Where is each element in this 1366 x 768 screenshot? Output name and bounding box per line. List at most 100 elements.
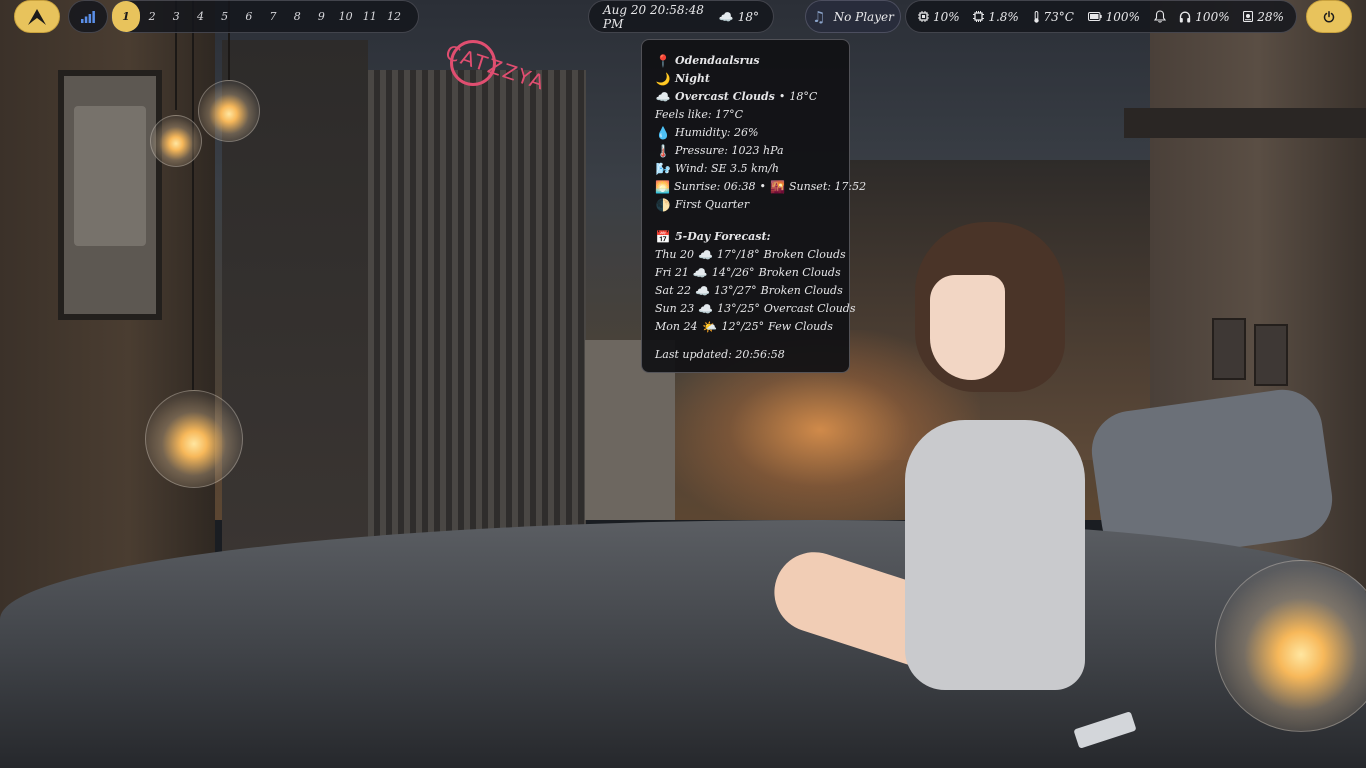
weather-moon-row: 🌓 First Quarter — [655, 196, 837, 214]
wall-switch — [1254, 324, 1288, 386]
forecast-desc: Few Clouds — [768, 320, 833, 333]
forecast-day: Sun 23 — [655, 302, 695, 315]
cpu-temperature[interactable]: 73°C — [1033, 10, 1074, 24]
sunset-icon: 🌇 — [770, 180, 785, 194]
weather-popup: 📍 Odendaalsrus 🌙 Night ☁️ Overcast Cloud… — [641, 39, 866, 373]
weather-wind: Wind: SE 3.5 km/h — [675, 162, 779, 175]
cloud-icon: ☁️ — [698, 248, 713, 262]
weather-sunrise: Sunrise: 06:38 — [673, 180, 756, 193]
headphones-icon — [1180, 11, 1191, 22]
weather-temperature: 18°C — [789, 90, 818, 103]
workspace-8[interactable]: 8 — [285, 1, 309, 32]
separator-bullet: • — [759, 180, 767, 193]
forecast-range: 12°/25° — [721, 320, 765, 333]
location-pin-icon: 📍 — [655, 54, 671, 68]
cloud-icon: ☁️ — [695, 284, 710, 298]
power-button[interactable] — [1306, 0, 1352, 33]
media-player-widget[interactable]: ♫ No Player — [805, 0, 901, 33]
weather-location: Odendaalsrus — [675, 54, 760, 67]
weather-last-updated: Last updated: 20:56:58 — [655, 348, 785, 361]
memory-usage[interactable]: 1.8% — [973, 10, 1019, 24]
workspace-2[interactable]: 2 — [140, 1, 164, 32]
clock-datetime: Aug 20 20:58:48 PM — [603, 2, 704, 31]
workspace-11[interactable]: 11 — [358, 1, 382, 32]
workspace-10[interactable]: 10 — [334, 1, 358, 32]
forecast-row: Thu 20 ☁️ 17°/18° Broken Clouds — [655, 246, 846, 264]
weather-timeofday-row: 🌙 Night — [655, 70, 837, 88]
droplet-icon: 💧 — [655, 126, 671, 140]
weather-location-row: 📍 Odendaalsrus — [655, 52, 837, 70]
disk-usage[interactable]: 28% — [1243, 10, 1284, 24]
cloud-icon: ☁️ — [718, 9, 734, 24]
crescent-moon-icon: 🌙 — [655, 72, 671, 86]
wall-poster — [58, 70, 162, 320]
battery-status[interactable]: 100% — [1087, 10, 1140, 24]
workspace-switcher: 1 2 3 4 5 6 7 8 9 10 11 12 — [111, 0, 419, 33]
workspace-9[interactable]: 9 — [309, 1, 333, 32]
temperature-value: 73°C — [1043, 9, 1074, 24]
volume-value: 100% — [1195, 9, 1230, 24]
wallpaper-character-shirt — [905, 420, 1085, 690]
clock-weather-widget[interactable]: Aug 20 20:58:48 PM ☁️ 18° — [588, 0, 774, 33]
forecast-range: 13°/27° — [713, 284, 757, 297]
wallpaper-bed — [0, 520, 1366, 768]
notifications-button[interactable] — [1153, 10, 1166, 23]
system-stats-bar: 10% 1.8% 73°C 100% 100% 28% — [905, 0, 1297, 33]
cpu-value: 10% — [933, 9, 960, 24]
volume-control[interactable]: 100% — [1179, 9, 1230, 24]
forecast-title-row: 📅 5-Day Forecast: — [655, 228, 837, 246]
weather-humidity-row: 💧 Humidity: 26% — [655, 124, 837, 142]
cloud-icon: ☁️ — [655, 90, 671, 104]
workspace-7[interactable]: 7 — [261, 1, 285, 32]
workspace-12[interactable]: 12 — [382, 1, 406, 32]
workspace-3[interactable]: 3 — [164, 1, 188, 32]
clock-temperature: 18° — [737, 9, 759, 24]
cloud-icon: ☁️ — [698, 302, 714, 316]
forecast-desc: Broken Clouds — [760, 284, 843, 297]
light-bulb — [145, 390, 243, 488]
workspace-4[interactable]: 4 — [188, 1, 212, 32]
forecast-day: Fri 21 — [655, 266, 689, 279]
separator-bullet: • — [778, 90, 786, 103]
forecast-range: 14°/26° — [711, 266, 755, 279]
forecast-title: 5-Day Forecast: — [675, 230, 771, 243]
weather-moon-phase: First Quarter — [675, 198, 750, 211]
launcher-button[interactable] — [14, 0, 60, 33]
forecast-day: Mon 24 — [655, 320, 698, 333]
workspace-5[interactable]: 5 — [213, 1, 237, 32]
music-note-icon: ♫ — [812, 7, 826, 26]
light-bulb — [198, 80, 260, 142]
forecast-desc: Broken Clouds — [763, 248, 846, 261]
weather-condition-row: ☁️ Overcast Clouds • 18°C — [655, 88, 837, 106]
forecast-day: Thu 20 — [655, 248, 694, 261]
calendar-icon: 📅 — [655, 230, 671, 244]
clock-weather: ☁️ 18° — [719, 10, 759, 24]
cpu-usage[interactable]: 10% — [918, 10, 960, 24]
forecast-range: 13°/25° — [717, 302, 760, 315]
memory-chip-icon — [973, 11, 985, 22]
weather-sun-row: 🌅 Sunrise: 06:38 • 🌇 Sunset: 17:52 — [655, 178, 866, 196]
thermometer-icon: 🌡️ — [655, 144, 671, 158]
weather-time-of-day: Night — [675, 72, 711, 85]
weather-humidity: Humidity: 26% — [675, 126, 759, 139]
wall-switch — [1212, 318, 1246, 380]
first-quarter-moon-icon: 🌓 — [655, 198, 671, 212]
wallpaper-character-face — [930, 275, 1005, 380]
cpu-icon — [918, 11, 929, 22]
weather-feels-like: Feels like: 17°C — [655, 108, 744, 121]
forecast-row: Fri 21 ☁️ 14°/26° Broken Clouds — [655, 264, 841, 282]
workspace-6[interactable]: 6 — [237, 1, 261, 32]
network-indicator[interactable] — [68, 0, 108, 33]
signal-bars-icon — [81, 10, 95, 23]
workspace-1[interactable]: 1 — [112, 1, 140, 32]
forecast-row: Sat 22 ☁️ 13°/27° Broken Clouds — [655, 282, 843, 300]
weather-condition: Overcast Clouds — [675, 90, 775, 103]
battery-icon — [1087, 12, 1102, 21]
weather-pressure-row: 🌡️ Pressure: 1023 hPa — [655, 142, 837, 160]
thermometer-icon — [1033, 10, 1039, 23]
sunrise-icon: 🌅 — [655, 180, 670, 194]
wallpaper-tower — [368, 70, 586, 540]
forecast-row: Mon 24 🌤️ 12°/25° Few Clouds — [655, 318, 837, 336]
wallpaper-shelf — [1124, 108, 1366, 138]
